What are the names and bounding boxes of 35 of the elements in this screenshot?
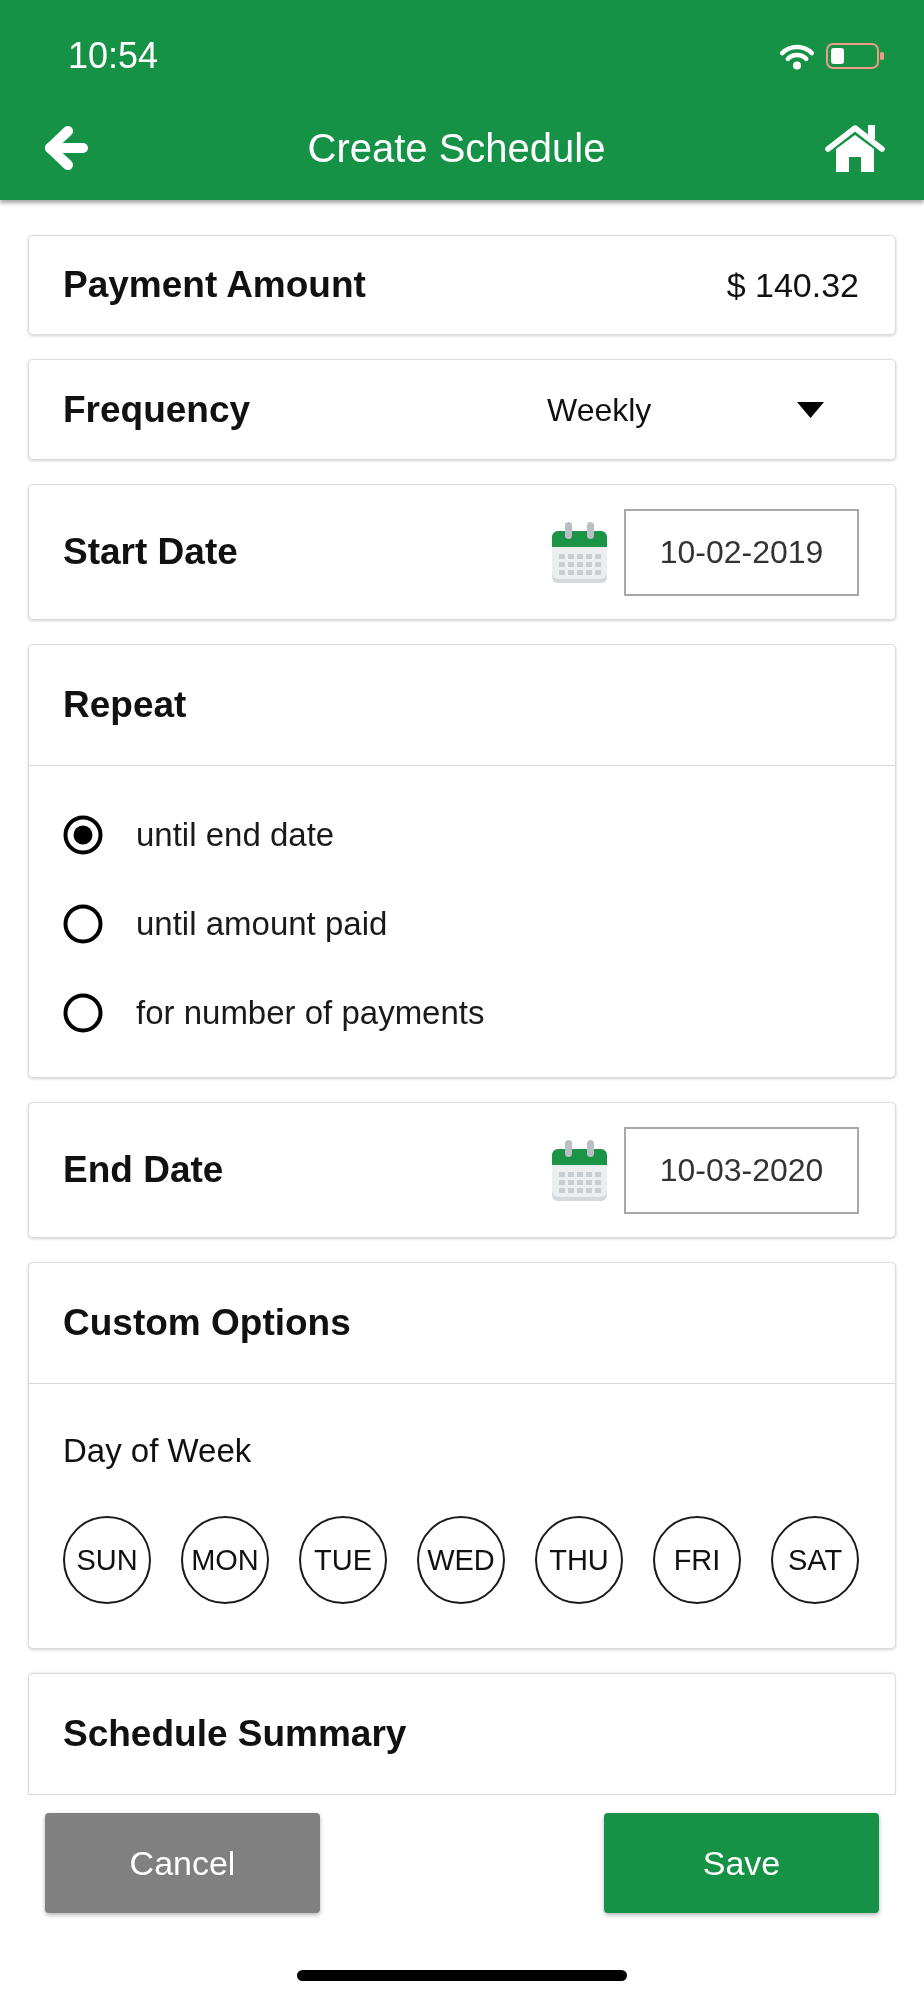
field-label: Payment Amount (63, 263, 366, 307)
calendar-icon[interactable] (552, 1139, 607, 1201)
date-field[interactable]: 10-02-2019 (624, 508, 859, 596)
calendar-icon[interactable] (552, 521, 607, 583)
save-button[interactable]: Save (604, 1813, 879, 1913)
day-toggle[interactable]: MON (181, 1516, 269, 1604)
cancel-button[interactable]: Cancel (45, 1813, 320, 1913)
radio-button-icon[interactable] (63, 992, 103, 1033)
select-dropdown[interactable]: Weekly (547, 389, 824, 430)
wifi-icon (779, 42, 815, 70)
section-title: Custom Options (63, 1301, 351, 1345)
field-label: End Date (63, 1148, 224, 1192)
value-text: $ 140.32 (726, 265, 859, 305)
radio-button-icon[interactable] (63, 814, 103, 855)
caret-icon (797, 401, 824, 418)
section-title: Repeat (63, 683, 187, 727)
screen-title: Create Schedule (307, 126, 606, 170)
day-toggle[interactable]: FRI (653, 1516, 741, 1604)
radio-option[interactable]: for number of payments (63, 968, 485, 1057)
radio-option[interactable]: until amount paid (63, 879, 388, 968)
radio-option[interactable]: until end date (63, 790, 335, 879)
battery-icon (826, 43, 884, 69)
home-icon[interactable] (825, 124, 885, 172)
day-toggle[interactable]: THU (535, 1516, 623, 1604)
day-toggle[interactable]: SAT (771, 1516, 859, 1604)
status-time: 10:54 (68, 36, 159, 76)
field-label: Start Date (63, 530, 238, 574)
radio-button-icon[interactable] (63, 903, 103, 944)
day-toggle[interactable]: TUE (299, 1516, 387, 1604)
section-title: Schedule Summary (63, 1712, 407, 1756)
day-toggle[interactable]: SUN (63, 1516, 151, 1604)
field-label: Frequency (63, 387, 251, 432)
day-toggle[interactable]: WED (417, 1516, 505, 1604)
date-field[interactable]: 10-03-2020 (624, 1126, 859, 1214)
field-label: Day of Week (63, 1432, 252, 1469)
